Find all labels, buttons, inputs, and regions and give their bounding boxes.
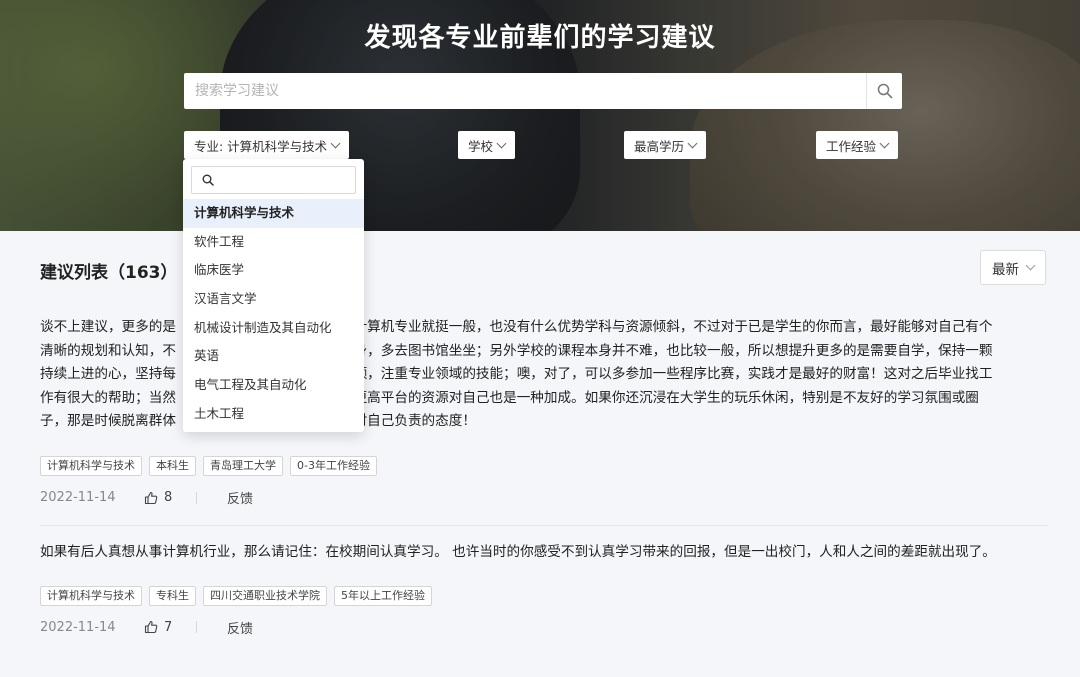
page-title: 发现各专业前辈们的学习建议 (364, 23, 716, 53)
filter-degree[interactable]: 最高学历 (624, 131, 707, 159)
sort-label: 最新 (992, 261, 1019, 278)
tag[interactable]: 专科生 (149, 585, 196, 606)
like-button[interactable]: 7 (144, 620, 196, 635)
advice-tags: 计算机科学与技术 专科生 四川交通职业技术学院 5年以上工作经验 (40, 585, 1048, 606)
divider (40, 525, 1048, 526)
tag[interactable]: 四川交通职业技术学院 (203, 585, 327, 606)
divider (196, 491, 197, 504)
chevron-down-icon (496, 138, 507, 148)
filter-school-label: 学校 (468, 138, 494, 154)
filter-major-label: 专业: 计算机科学与技术 (194, 138, 328, 154)
major-dropdown: 计算机科学与技术 软件工程 临床医学 汉语言文学 机械设计制造及其自动化 英语 … (183, 159, 364, 432)
advice-date: 2022-11-14 (40, 490, 116, 505)
tag[interactable]: 计算机科学与技术 (40, 585, 142, 606)
advice-line: 作有很大的帮助；当然 (40, 389, 176, 406)
dropdown-option[interactable]: 机械设计制造及其自动化 (183, 314, 364, 343)
advice-line: 子，那是时候脱离群体 (40, 413, 176, 430)
list-title: 建议列表（163） (40, 263, 178, 283)
sort-dropdown[interactable]: 最新 (980, 250, 1046, 285)
dropdown-option[interactable]: 英语 (183, 342, 364, 371)
dropdown-option-list: 计算机科学与技术 软件工程 临床医学 汉语言文学 机械设计制造及其自动化 英语 … (183, 199, 364, 429)
like-count: 8 (164, 490, 173, 505)
advice-text: 如果有后人真想从事计算机行业，那么请记住：在校期间认真学习。 也许当时的你感受不… (40, 544, 996, 560)
filter-degree-label: 最高学历 (634, 138, 685, 154)
advice-line: 清晰的规划和认知，不 (40, 342, 176, 359)
advice-date: 2022-11-14 (40, 619, 116, 635)
dropdown-option[interactable]: 软件工程 (183, 228, 364, 257)
tag[interactable]: 5年以上工作经验 (334, 585, 432, 606)
dropdown-option[interactable]: 计算机科学与技术 (183, 199, 364, 228)
tag[interactable]: 计算机科学与技术 (40, 456, 142, 476)
search-icon (202, 174, 214, 186)
hero-banner: 发现各专业前辈们的学习建议 专业: 计算机科学与技术 学校 最高学历 工作经验 (0, 0, 1080, 231)
search-icon (877, 83, 892, 99)
tag[interactable]: 本科生 (149, 456, 196, 476)
like-count: 7 (164, 619, 173, 635)
chevron-down-icon (330, 138, 341, 148)
dropdown-option[interactable]: 电气工程及其自动化 (183, 371, 364, 400)
dropdown-option[interactable]: 汉语言文学 (183, 285, 364, 314)
feedback-link[interactable]: 反馈 (227, 488, 253, 507)
advice-line: 求更高平台的资源对自己也是一种加成。如果你还沉浸在大学生的玩乐休闲，特别是不友好… (340, 389, 979, 406)
advice-item: 如果有后人真想从事计算机行业，那么请记住：在校期间认真学习。 也许当时的你感受不… (40, 541, 1048, 637)
filter-experience[interactable]: 工作经验 (816, 131, 899, 159)
advice-tags: 计算机科学与技术 本科生 青岛理工大学 0-3年工作经验 (40, 456, 1048, 476)
feedback-link[interactable]: 反馈 (227, 618, 253, 637)
tag[interactable]: 青岛理工大学 (203, 456, 283, 476)
advice-line: 持续上进的心，坚持每 (40, 366, 176, 383)
chevron-down-icon (1025, 260, 1036, 271)
chevron-down-icon (879, 138, 890, 148)
advice-meta: 2022-11-14 7 反馈 (40, 618, 1048, 637)
advice-line: 是对自己负责的态度！ (340, 413, 476, 430)
filter-major[interactable]: 专业: 计算机科学与技术 (184, 131, 350, 159)
tag[interactable]: 0-3年工作经验 (290, 456, 377, 476)
advice-line: 视频，注重专业领域的技能；噢，对了，可以多参加一些程序比赛，实践才是最好的财富！… (340, 366, 993, 383)
filter-school[interactable]: 学校 (458, 131, 516, 159)
thumbs-up-icon (144, 621, 158, 634)
dropdown-search-input[interactable] (191, 166, 356, 194)
chevron-down-icon (687, 138, 698, 148)
filter-experience-label: 工作经验 (826, 138, 877, 154)
advice-line: 自身，多去图书馆坐坐；另外学校的课程本身并不难，也比较一般，所以想提升更多的是需… (340, 342, 993, 359)
search-button[interactable] (866, 73, 902, 109)
dropdown-option[interactable]: 土木工程 (183, 400, 364, 429)
dropdown-option[interactable]: 临床医学 (183, 256, 364, 285)
thumbs-up-icon (144, 491, 158, 504)
divider (196, 621, 197, 634)
advice-line: 的计算机专业就挺一般，也没有什么优势学科与资源倾斜，不过对于已是学生的你而言，最… (340, 319, 993, 335)
search-input[interactable] (184, 73, 866, 109)
advice-line: 谈不上建议，更多的是 (40, 319, 176, 335)
like-button[interactable]: 8 (144, 490, 196, 505)
search-bar (184, 73, 902, 109)
advice-meta: 2022-11-14 8 反馈 (40, 488, 1048, 507)
